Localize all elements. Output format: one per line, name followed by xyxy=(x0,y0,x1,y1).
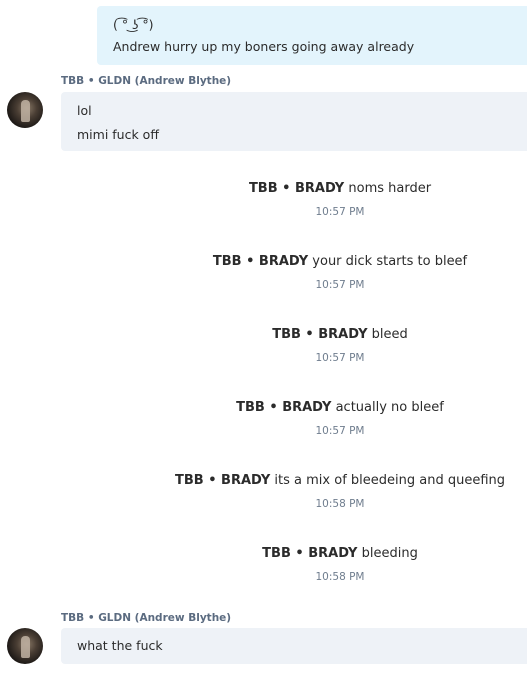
notice-body: bleeding xyxy=(361,546,418,561)
sender-name[interactable]: TBB • GLDN (Andrew Blythe) xyxy=(61,612,231,624)
avatar[interactable] xyxy=(7,92,43,128)
message-line: Andrew hurry up my boners going away alr… xyxy=(113,39,415,54)
notice-timestamp: 10:58 PM xyxy=(315,498,365,510)
notice-timestamp: 10:57 PM xyxy=(315,206,365,218)
notice-body: your dick starts to bleef xyxy=(312,254,468,269)
notice-timestamp: 10:58 PM xyxy=(315,571,365,583)
notice-sender[interactable]: TBB • BRADY xyxy=(236,400,331,415)
notice-message: TBB • BRADY actually no bleef 10:57 PM xyxy=(0,400,527,437)
incoming-message-bubble[interactable]: what the fuck xyxy=(61,628,527,664)
notice-timestamp: 10:57 PM xyxy=(315,352,365,364)
notice-message: TBB • BRADY bleeding 10:58 PM xyxy=(0,546,527,583)
notice-message: TBB • BRADY bleed 10:57 PM xyxy=(0,327,527,364)
notice-message: TBB • BRADY your dick starts to bleef 10… xyxy=(0,254,527,291)
notice-sender[interactable]: TBB • BRADY xyxy=(272,327,367,342)
notice-timestamp: 10:57 PM xyxy=(315,425,365,437)
avatar[interactable] xyxy=(7,628,43,664)
notice-sender[interactable]: TBB • BRADY xyxy=(175,473,270,488)
notice-body: noms harder xyxy=(348,181,432,196)
message-line: ( ͡° ͜ʖ ͡°) xyxy=(113,17,154,32)
message-line: lol xyxy=(77,103,92,118)
notice-sender[interactable]: TBB • BRADY xyxy=(213,254,308,269)
sender-name[interactable]: TBB • GLDN (Andrew Blythe) xyxy=(61,75,231,87)
incoming-message-bubble[interactable]: lol mimi fuck off xyxy=(61,92,527,151)
notice-sender[interactable]: TBB • BRADY xyxy=(262,546,357,561)
notice-sender[interactable]: TBB • BRADY xyxy=(249,181,344,196)
notice-message: TBB • BRADY noms harder 10:57 PM xyxy=(0,181,527,218)
notice-timestamp: 10:57 PM xyxy=(315,279,365,291)
notice-body: bleed xyxy=(371,327,408,342)
notice-body: its a mix of bleedeing and queefing xyxy=(274,473,506,488)
notice-body: actually no bleef xyxy=(335,400,444,415)
message-line: what the fuck xyxy=(77,638,163,653)
outgoing-message-bubble[interactable]: ( ͡° ͜ʖ ͡°) Andrew hurry up my boners go… xyxy=(97,6,527,65)
message-line: mimi fuck off xyxy=(77,127,159,142)
notice-message: TBB • BRADY its a mix of bleedeing and q… xyxy=(0,473,527,510)
